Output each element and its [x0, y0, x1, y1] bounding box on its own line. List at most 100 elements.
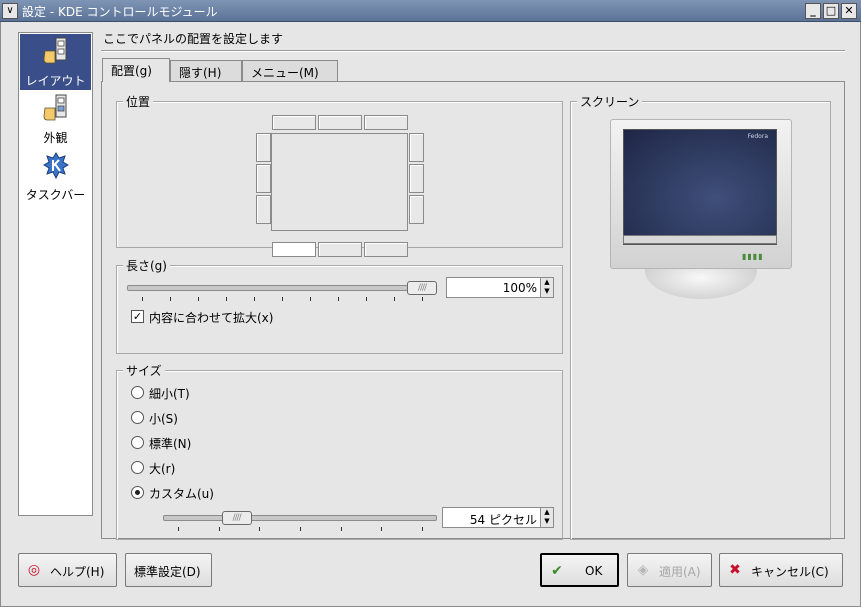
slider-tick	[394, 297, 395, 301]
spin-arrows-icon[interactable]: ▲ ▼	[540, 508, 553, 527]
close-button[interactable]: ✕	[841, 3, 857, 19]
size-radio-normal[interactable]	[131, 436, 144, 449]
expand-checkbox[interactable]: ✓	[131, 310, 144, 323]
module-sidebar: レイアウト 外観 タスクバー	[18, 32, 93, 516]
position-group-title: 位置	[123, 93, 154, 110]
page-title: ここでパネルの配置を設定します	[103, 32, 284, 46]
tab-content: 位置 長さ(g) //// 100% ▲ ▼ ✓ 内容に合わせて拡大(x) サイ…	[101, 81, 845, 540]
slider-tick	[300, 527, 301, 531]
sidebar-item-appearance[interactable]: 外観	[20, 91, 91, 147]
slider-tick	[338, 297, 339, 301]
monitor-logo: Fedora	[747, 133, 768, 140]
position-screen-preview	[271, 133, 408, 231]
monitor-stand	[645, 269, 757, 299]
position-right-center[interactable]	[409, 164, 424, 193]
dialog-body: レイアウト 外観 タスクバー ここでパネルの配置を設定します 配置(g) 隠す(…	[0, 22, 861, 607]
apply-button-label: 適用(A)	[659, 565, 701, 579]
monitor-screen: Fedora	[623, 129, 777, 245]
size-radio-tiny[interactable]	[131, 386, 144, 399]
size-group-title: サイズ	[123, 362, 165, 379]
screen-group-title: スクリーン	[577, 93, 643, 110]
position-bottom-left[interactable]	[272, 242, 316, 257]
size-option-label: 標準(N)	[149, 437, 192, 451]
size-option-label: 大(r)	[149, 462, 176, 476]
length-spinbox[interactable]: 100% ▲ ▼	[446, 277, 554, 298]
slider-tick	[282, 297, 283, 301]
window-title: 設定 - KDE コントロールモジュール	[22, 5, 218, 19]
slider-tick	[218, 527, 220, 531]
title-bar: ∨ 設定 - KDE コントロールモジュール _ □ ✕	[0, 0, 861, 22]
position-top-left[interactable]	[272, 115, 316, 130]
length-group-title: 長さ(g)	[123, 257, 170, 274]
slider-tick	[366, 297, 367, 301]
spin-arrows-icon[interactable]: ▲ ▼	[540, 278, 553, 297]
slider-tick	[226, 297, 227, 301]
length-group: 長さ(g) //// 100% ▲ ▼ ✓ 内容に合わせて拡大(x)	[116, 257, 563, 354]
slider-tick	[142, 297, 143, 301]
checkmark-icon: ✔	[551, 563, 563, 579]
position-right-top[interactable]	[409, 133, 424, 162]
ok-button-label: OK	[585, 564, 603, 578]
minimize-button[interactable]: _	[805, 3, 821, 19]
slider-tick	[310, 297, 311, 301]
cancel-button-label: キャンセル(C)	[751, 565, 829, 579]
screen-group: スクリーン Fedora ▮▮▮▮	[570, 93, 831, 540]
kde-taskbar-icon	[43, 152, 69, 180]
expand-checkbox-label: 内容に合わせて拡大(x)	[149, 311, 274, 325]
slider-tick	[381, 527, 383, 531]
slider-tick	[422, 297, 423, 301]
size-radio-large[interactable]	[131, 461, 144, 474]
window-menu-button[interactable]: ∨	[2, 3, 18, 19]
panel-appearance-icon	[43, 94, 67, 121]
length-slider-track[interactable]	[127, 285, 437, 291]
tab-hide[interactable]: 隠す(H)	[170, 60, 242, 82]
position-top-right[interactable]	[364, 115, 408, 130]
slider-tick	[198, 297, 199, 301]
position-bottom-center[interactable]	[318, 242, 362, 257]
tab-position[interactable]: 配置(g)	[102, 58, 170, 82]
cancel-x-icon: ✖	[729, 562, 741, 578]
help-button-label: ヘルプ(H)	[50, 565, 105, 579]
cancel-button[interactable]: ✖ キャンセル(C)	[719, 553, 843, 587]
slider-tick	[422, 527, 423, 531]
position-group: 位置	[116, 93, 563, 257]
defaults-button-label: 標準設定(D)	[134, 565, 201, 579]
apply-button[interactable]: ◈ 適用(A)	[627, 553, 712, 587]
sidebar-item-taskbar[interactable]: タスクバー	[20, 148, 91, 204]
size-option-label: 細小(T)	[149, 387, 190, 401]
help-button[interactable]: ◎ ヘルプ(H)	[18, 553, 117, 587]
length-slider-handle[interactable]: ////	[407, 281, 437, 295]
position-bottom-right[interactable]	[364, 242, 408, 257]
size-group: サイズ 細小(T) 小(S) 標準(N) 大(r) カスタム(u) //// 5…	[116, 362, 563, 540]
maximize-button[interactable]: □	[823, 3, 839, 19]
size-option-label: カスタム(u)	[149, 487, 214, 501]
sidebar-item-label: 外観	[43, 131, 68, 145]
length-value: 100%	[502, 281, 537, 295]
custom-size-spinbox[interactable]: 54 ピクセル ▲ ▼	[442, 507, 554, 528]
position-left-top[interactable]	[256, 133, 271, 162]
panel-layout-icon	[43, 37, 67, 64]
tab-menu[interactable]: メニュー(M)	[242, 60, 338, 82]
position-left-bottom[interactable]	[256, 195, 271, 224]
sidebar-item-layout[interactable]: レイアウト	[20, 34, 91, 90]
position-right-bottom[interactable]	[409, 195, 424, 224]
position-left-center[interactable]	[256, 164, 271, 193]
monitor-led-icon: ▮▮▮▮	[742, 252, 764, 261]
custom-size-value: 54 ピクセル	[469, 513, 537, 527]
apply-icon: ◈	[637, 562, 649, 578]
custom-size-slider-track[interactable]	[163, 515, 437, 521]
lifebuoy-icon: ◎	[27, 562, 41, 578]
monitor-preview: Fedora ▮▮▮▮	[610, 119, 792, 299]
slider-tick	[340, 527, 342, 531]
size-radio-small[interactable]	[131, 411, 144, 424]
slider-tick	[178, 527, 179, 531]
defaults-button[interactable]: 標準設定(D)	[125, 553, 212, 587]
slider-tick	[259, 527, 261, 531]
size-option-label: 小(S)	[149, 412, 178, 426]
size-radio-custom[interactable]	[131, 486, 144, 499]
ok-button[interactable]: ✔ OK	[540, 553, 619, 587]
position-top-center[interactable]	[318, 115, 362, 130]
monitor-taskbar	[623, 235, 777, 244]
custom-size-slider-handle[interactable]: ////	[221, 511, 252, 525]
sidebar-item-label: タスクバー	[25, 188, 86, 202]
